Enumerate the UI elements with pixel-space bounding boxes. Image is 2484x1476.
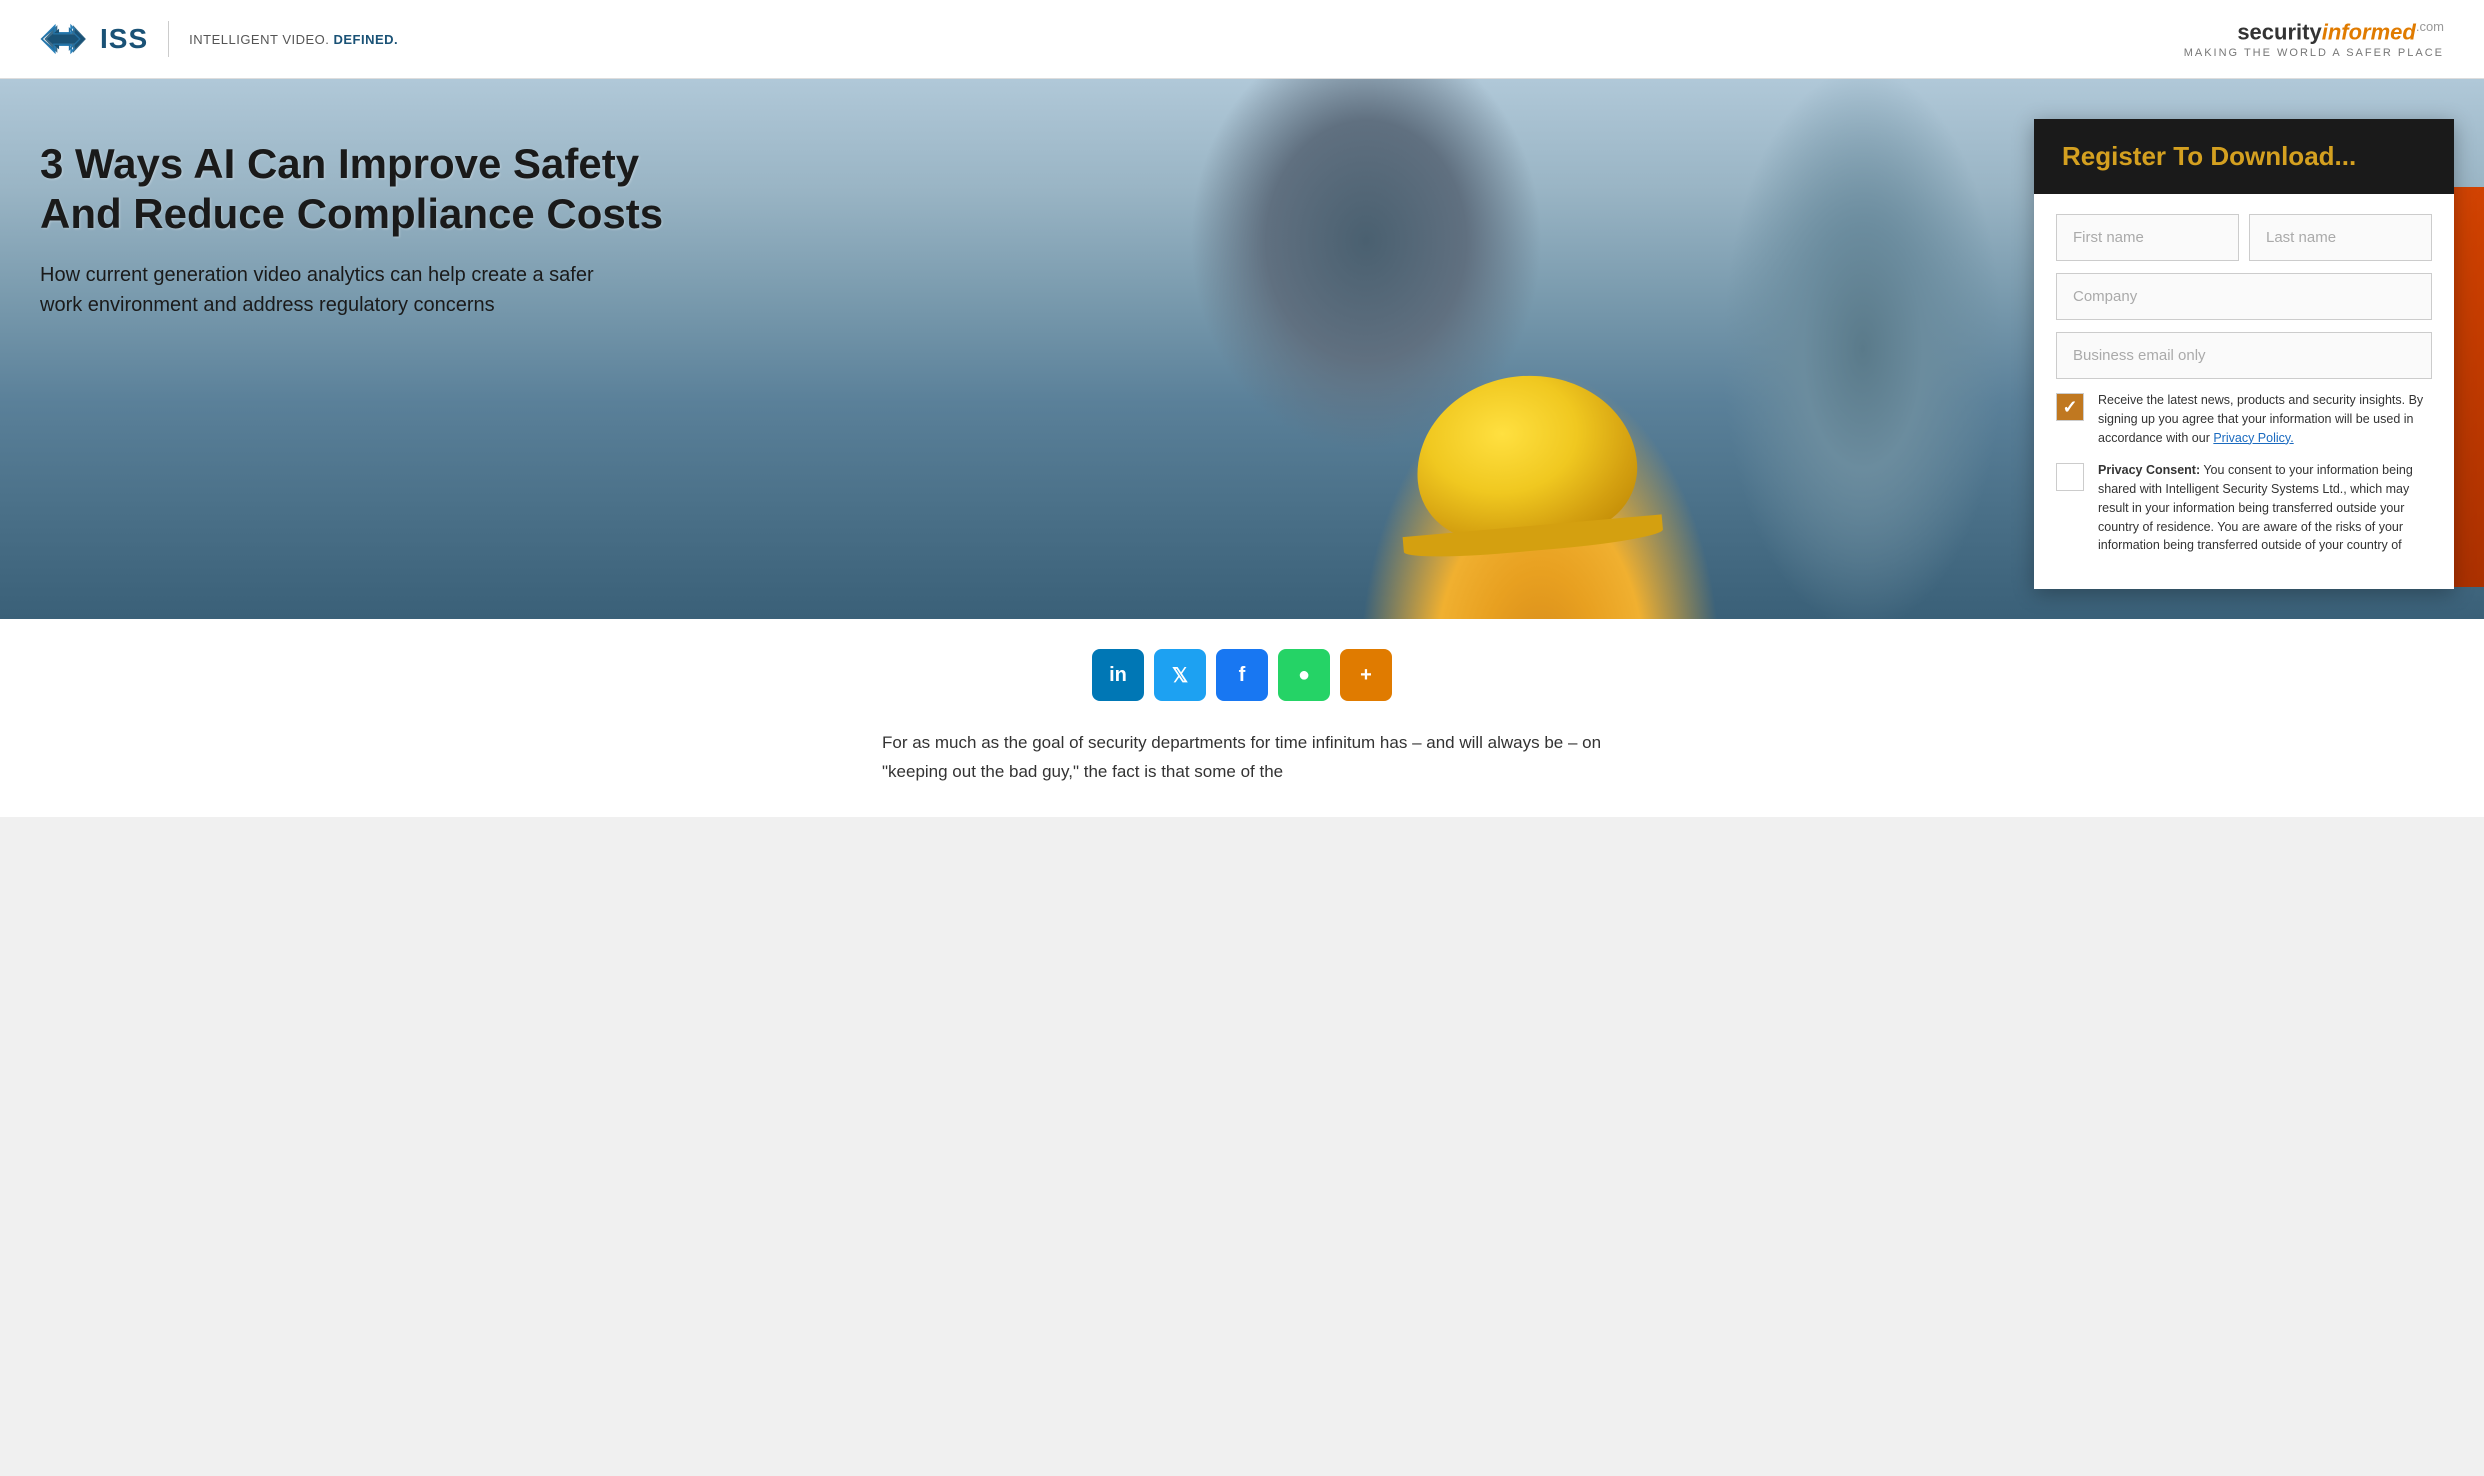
twitter-share-button[interactable]: 𝕏 — [1154, 649, 1206, 701]
informed-text: informed — [2322, 19, 2416, 44]
social-share-row: in 𝕏 f ● + — [40, 649, 2444, 701]
register-form-body: Receive the latest news, products and se… — [2034, 194, 2454, 589]
security-informed-logo[interactable]: securityinformed.com Making The World A … — [2184, 19, 2444, 59]
register-form: Register To Download... Receive the late… — [2034, 119, 2454, 589]
last-name-input[interactable] — [2249, 214, 2432, 261]
privacy-checkbox-text: Privacy Consent: You consent to your inf… — [2098, 461, 2432, 555]
header-divider — [168, 21, 169, 57]
first-name-input[interactable] — [2056, 214, 2239, 261]
hero-content: 3 Ways AI Can Improve Safety And Reduce … — [0, 79, 720, 360]
security-informed-brand: securityinformed.com — [2184, 19, 2444, 45]
hero-subtitle: How current generation video analytics c… — [40, 260, 620, 320]
article-body: For as much as the goal of security depa… — [882, 729, 1602, 787]
iss-tagline-highlight: DEFINED. — [334, 32, 399, 47]
security-text: security — [2237, 19, 2321, 44]
email-input[interactable] — [2056, 332, 2432, 379]
whatsapp-share-button[interactable]: ● — [1278, 649, 1330, 701]
iss-logo-group: ISS INTELLIGENT VIDEO. DEFINED. — [40, 18, 398, 60]
register-form-title: Register To Download... — [2062, 141, 2426, 172]
privacy-bold-label: Privacy Consent: — [2098, 463, 2200, 477]
iss-brand-text: ISS — [100, 23, 148, 55]
email-group — [2056, 332, 2432, 379]
security-informed-tagline: Making The World A Safer Place — [2184, 47, 2444, 59]
privacy-checkbox-row: Privacy Consent: You consent to your inf… — [2056, 461, 2432, 555]
newsletter-checkbox[interactable] — [2056, 393, 2084, 421]
more-share-button[interactable]: + — [1340, 649, 1392, 701]
company-input[interactable] — [2056, 273, 2432, 320]
hero-title: 3 Ways AI Can Improve Safety And Reduce … — [40, 139, 680, 240]
hero-section: 3 Ways AI Can Improve Safety And Reduce … — [0, 79, 2484, 619]
newsletter-checkbox-text: Receive the latest news, products and se… — [2098, 391, 2432, 447]
page-header: ISS INTELLIGENT VIDEO. DEFINED. security… — [0, 0, 2484, 79]
newsletter-checkbox-row: Receive the latest news, products and se… — [2056, 391, 2432, 447]
below-hero-section: in 𝕏 f ● + For as much as the goal of se… — [0, 619, 2484, 817]
dotcom-text: .com — [2416, 19, 2444, 34]
name-row — [2056, 214, 2432, 261]
twitter-icon: 𝕏 — [1172, 663, 1188, 688]
facebook-share-button[interactable]: f — [1216, 649, 1268, 701]
company-group — [2056, 273, 2432, 320]
linkedin-share-button[interactable]: in — [1092, 649, 1144, 701]
iss-logo[interactable]: ISS — [40, 18, 148, 60]
register-form-header: Register To Download... — [2034, 119, 2454, 194]
article-paragraph-1: For as much as the goal of security depa… — [882, 729, 1602, 787]
facebook-icon: f — [1239, 664, 1246, 687]
iss-tagline: INTELLIGENT VIDEO. DEFINED. — [189, 32, 398, 47]
iss-logo-icon — [40, 18, 92, 60]
privacy-checkbox[interactable] — [2056, 463, 2084, 491]
linkedin-icon: in — [1109, 664, 1127, 687]
whatsapp-icon: ● — [1298, 664, 1310, 687]
plus-icon: + — [1360, 664, 1372, 687]
privacy-policy-link[interactable]: Privacy Policy. — [2213, 431, 2293, 445]
